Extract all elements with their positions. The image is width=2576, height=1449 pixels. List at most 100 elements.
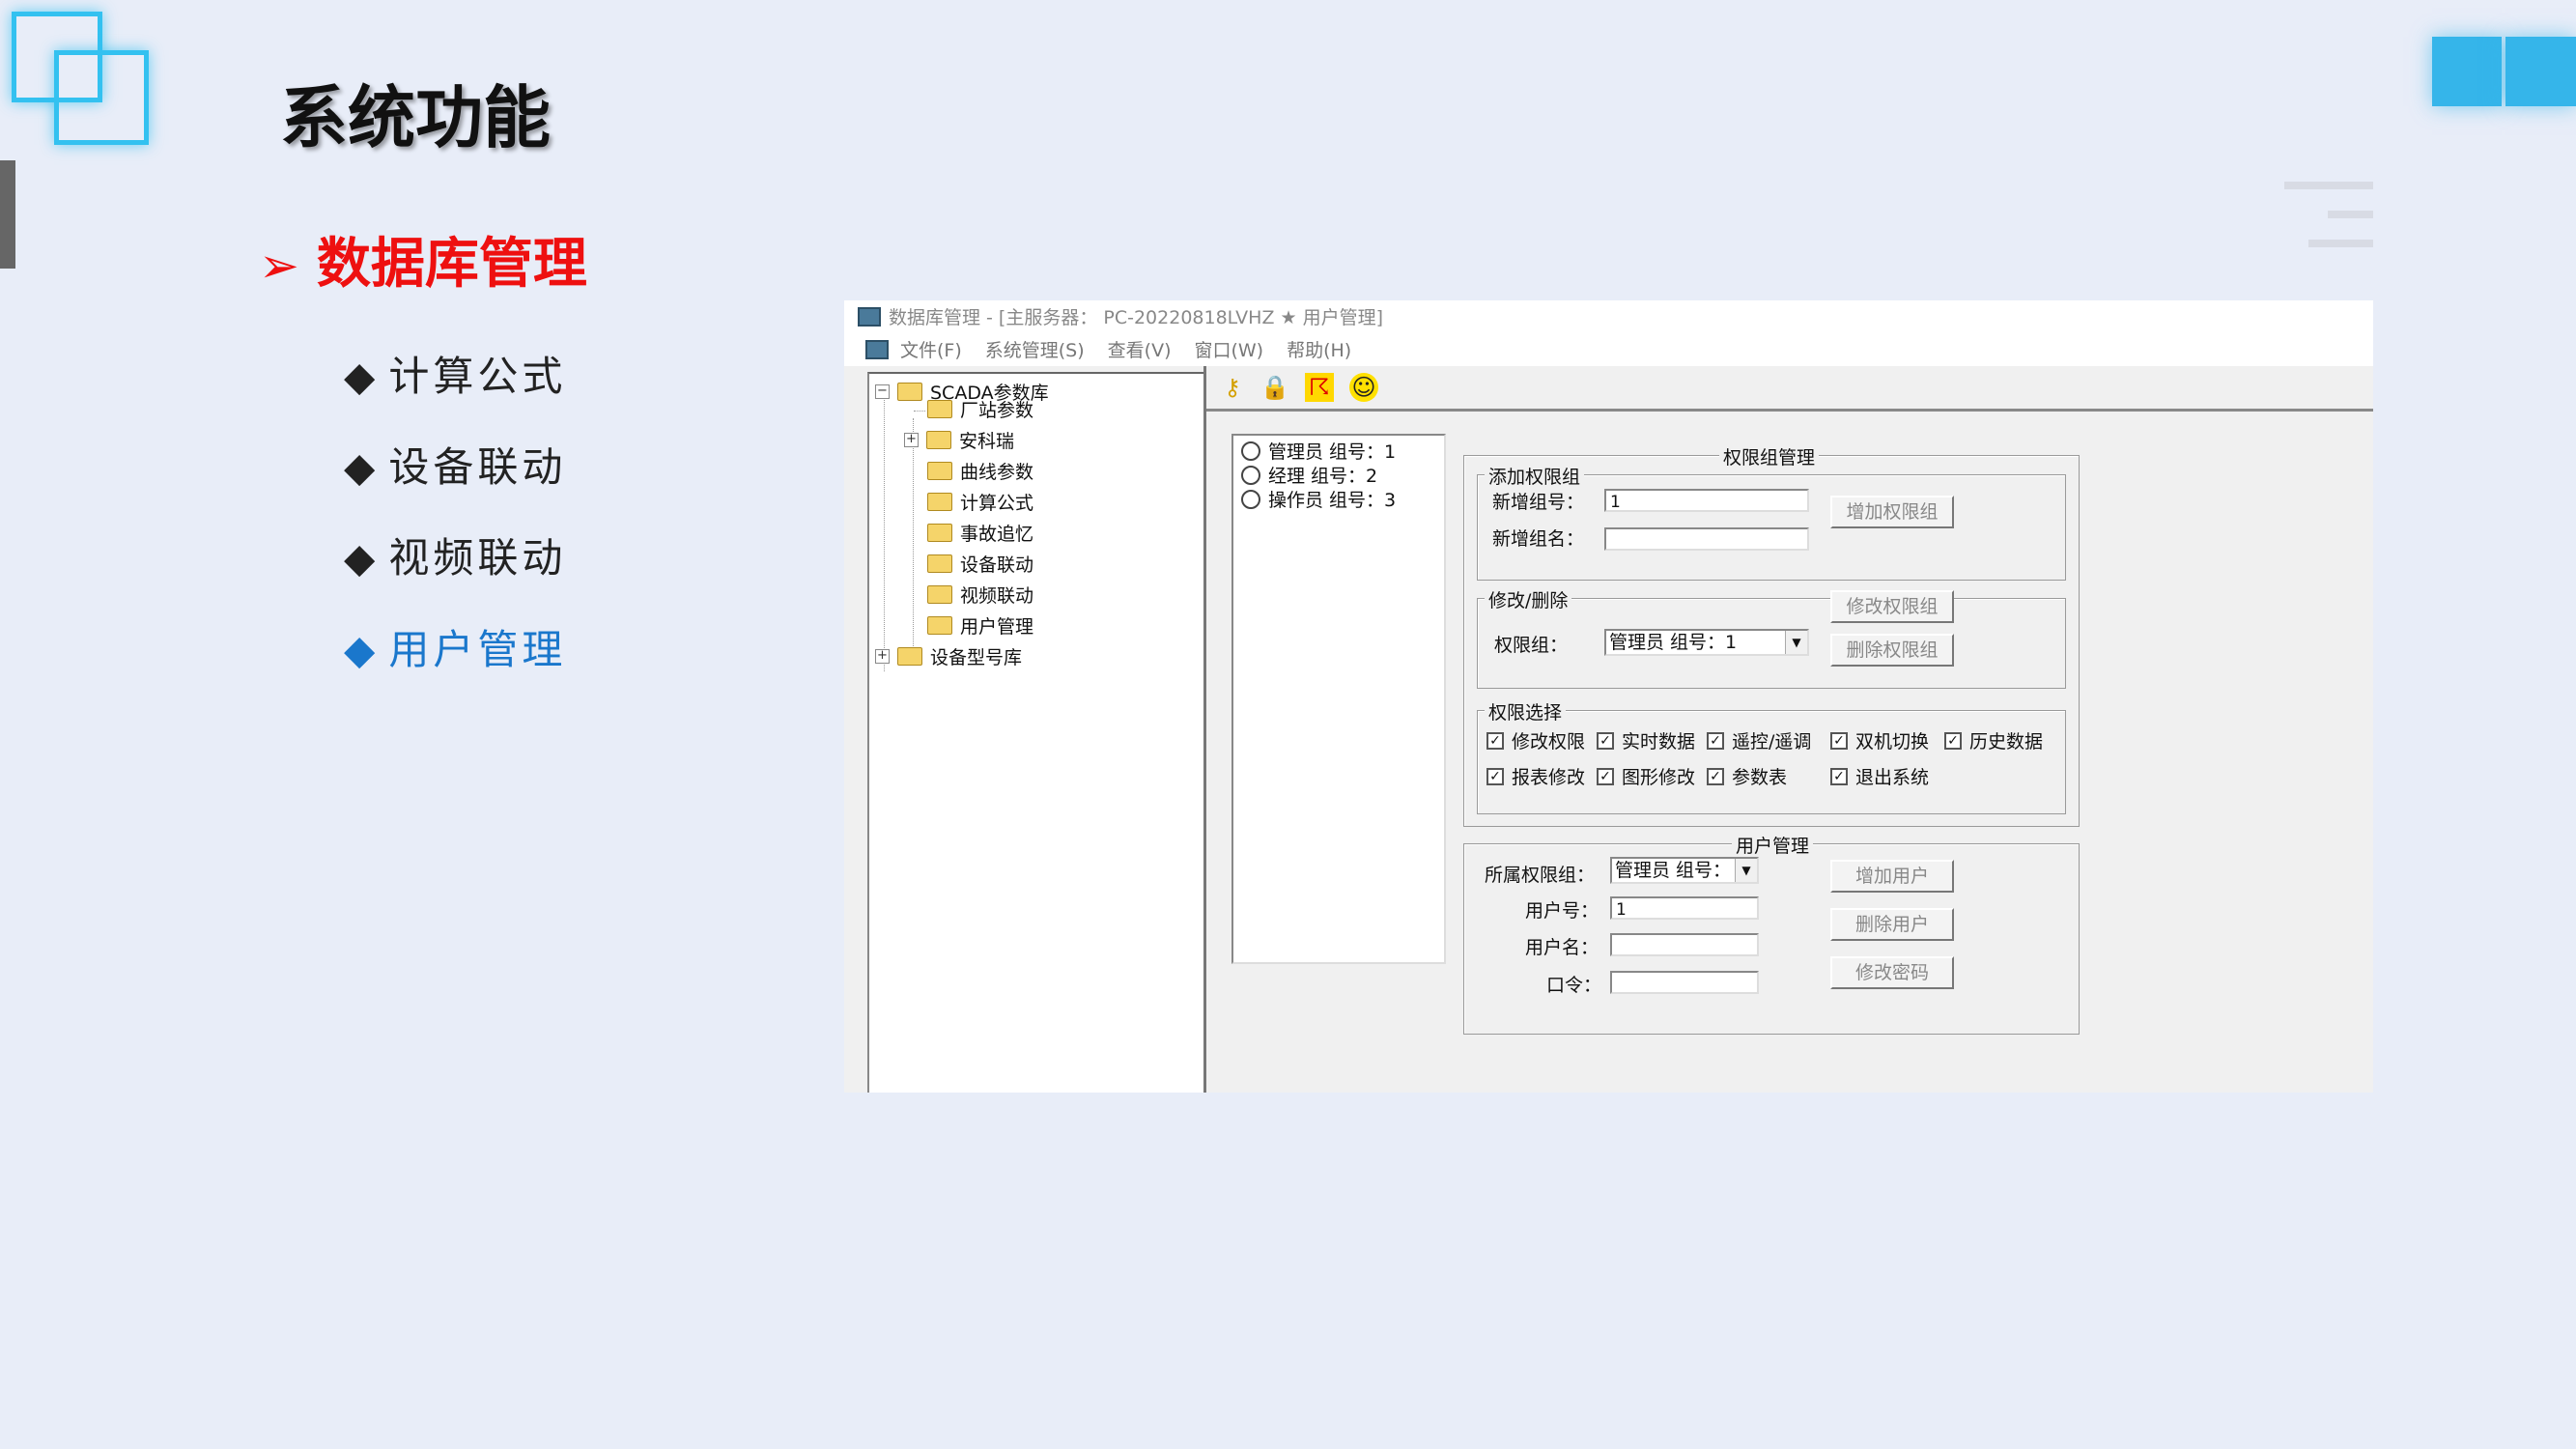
new-id-field[interactable]: 1 xyxy=(1604,489,1809,512)
folder-icon xyxy=(927,554,952,573)
add-group-title: 添加权限组 xyxy=(1485,463,1585,489)
group-select-value: 管理员 组号：1 xyxy=(1609,632,1738,653)
content-pane: ⚷ 🔒 ☈ ☺ 管理员 组号：1 经理 组号：2 操作员 组号：3 权限组管理 … xyxy=(1203,366,2373,1093)
user-group-select[interactable]: 管理员 组号： ▼ xyxy=(1610,857,1759,884)
tree-node-station[interactable]: 厂站参数 xyxy=(927,397,1033,424)
folder-icon xyxy=(927,493,952,511)
group-icon xyxy=(1241,489,1260,509)
expand-icon[interactable]: + xyxy=(875,649,890,664)
list-item[interactable]: 管理员 组号：1 xyxy=(1241,438,1396,464)
bullet-label: 视频联动 xyxy=(388,534,567,582)
tree-view[interactable]: − SCADA参数库 厂站参数 + 安科瑞 曲线参数 计算公式 事故追忆 设备联动 … xyxy=(867,372,1214,1093)
perm-select-title: 权限选择 xyxy=(1485,698,1567,724)
section-label: 数据库管理 xyxy=(316,233,587,296)
perm-select-frame xyxy=(1477,710,2066,814)
bullet-label: 计算公式 xyxy=(388,353,567,400)
folder-icon xyxy=(897,383,922,401)
user-group-select-value: 管理员 组号： xyxy=(1615,860,1732,881)
perm-checkbox[interactable]: ✓ 退出系统 xyxy=(1830,763,1929,789)
user-name-label: 用户名： xyxy=(1525,937,1599,958)
user-id-field[interactable]: 1 xyxy=(1610,896,1759,920)
change-password-button[interactable]: 修改密码 xyxy=(1830,956,1954,989)
arrow-icon: ➢ xyxy=(259,238,299,294)
app-window: 数据库管理 - [主服务器： PC-20220818LVHZ ★ 用户管理] 文… xyxy=(844,300,2373,1093)
new-id-label: 新增组号： xyxy=(1492,492,1585,513)
bullet-2: ◆ 设备联动 xyxy=(344,443,567,491)
bullet-4: ◆ 用户管理 xyxy=(344,626,567,673)
toolbar: ⚷ 🔒 ☈ ☺ xyxy=(1206,366,2373,412)
tree-node-curve[interactable]: 曲线参数 xyxy=(927,459,1033,486)
perm-checkbox[interactable]: ✓ 报表修改 xyxy=(1486,763,1585,789)
menu-file[interactable]: 文件(F) xyxy=(900,340,962,361)
perm-checkbox[interactable]: ✓ 遥控/遥调 xyxy=(1707,727,1811,753)
folder-icon xyxy=(927,462,952,480)
group-icon xyxy=(1241,465,1260,485)
user-group-label: 所属权限组： xyxy=(1485,865,1596,886)
open-folder-icon xyxy=(927,616,952,635)
tree-node-user-mgmt[interactable]: 用户管理 xyxy=(927,613,1033,640)
group-list[interactable]: 管理员 组号：1 经理 组号：2 操作员 组号：3 xyxy=(1231,434,1446,964)
group-select[interactable]: 管理员 组号：1 ▼ xyxy=(1604,629,1809,656)
section-heading: ➢ 数据库管理 xyxy=(259,220,587,298)
modify-group-button[interactable]: 修改权限组 xyxy=(1830,590,1954,623)
group-icon xyxy=(1241,440,1260,461)
list-item[interactable]: 操作员 组号：3 xyxy=(1241,486,1396,512)
menu-view[interactable]: 查看(V) xyxy=(1108,340,1172,361)
tree-node-device-model[interactable]: + 设备型号库 xyxy=(875,644,1022,671)
perm-checkbox[interactable]: ✓ 图形修改 xyxy=(1597,763,1695,789)
menu-app-icon xyxy=(865,339,889,359)
user-id-label: 用户号： xyxy=(1525,900,1599,922)
tree-node-device-link[interactable]: 设备联动 xyxy=(927,552,1033,579)
tree-node-acrel[interactable]: + 安科瑞 xyxy=(904,428,1014,455)
collapse-icon[interactable]: − xyxy=(875,384,890,399)
perm-checkbox[interactable]: ✓ 参数表 xyxy=(1707,763,1787,789)
deco-square-2 xyxy=(54,50,149,145)
folder-icon xyxy=(927,585,952,604)
bullet-label: 设备联动 xyxy=(388,443,567,491)
window-title: 数据库管理 - [主服务器： PC-20220818LVHZ ★ 用户管理] xyxy=(889,307,1383,328)
add-group-button[interactable]: 增加权限组 xyxy=(1830,496,1954,528)
password-label: 口令： xyxy=(1546,975,1602,996)
deco-blue-block-1 xyxy=(2432,37,2502,106)
chevron-down-icon[interactable]: ▼ xyxy=(1785,631,1807,654)
folder-icon xyxy=(927,400,952,418)
key-icon[interactable]: ⚷ xyxy=(1218,373,1247,402)
group-label: 权限组： xyxy=(1494,635,1569,656)
menu-system[interactable]: 系统管理(S) xyxy=(985,340,1085,361)
delete-group-button[interactable]: 删除权限组 xyxy=(1830,634,1954,667)
list-item[interactable]: 经理 组号：2 xyxy=(1241,462,1377,488)
perm-group-title: 权限组管理 xyxy=(1719,443,1820,469)
lock-icon[interactable]: 🔒 xyxy=(1260,373,1289,402)
perm-checkbox[interactable]: ✓ 修改权限 xyxy=(1486,727,1585,753)
tree-node-formula[interactable]: 计算公式 xyxy=(927,490,1033,517)
folder-icon xyxy=(926,431,951,449)
chevron-down-icon[interactable]: ▼ xyxy=(1735,859,1757,882)
new-name-label: 新增组名： xyxy=(1492,528,1585,550)
smiley-icon[interactable]: ☺ xyxy=(1349,373,1378,402)
tree-node-video-link[interactable]: 视频联动 xyxy=(927,582,1033,610)
expand-icon[interactable]: + xyxy=(904,433,919,447)
deco-side-bar xyxy=(0,160,15,269)
deco-blue-block-2 xyxy=(2505,37,2576,106)
perm-checkbox[interactable]: ✓ 双机切换 xyxy=(1830,727,1929,753)
password-field[interactable] xyxy=(1610,971,1759,994)
perm-checkbox[interactable]: ✓ 实时数据 xyxy=(1597,727,1695,753)
window-titlebar: 数据库管理 - [主服务器： PC-20220818LVHZ ★ 用户管理] xyxy=(844,300,2373,335)
bullet-1: ◆ 计算公式 xyxy=(344,353,567,400)
menu-bar: 文件(F) 系统管理(S) 查看(V) 窗口(W) 帮助(H) xyxy=(844,335,2373,366)
user-name-field[interactable] xyxy=(1610,933,1759,956)
modify-group-title: 修改/删除 xyxy=(1485,586,1572,612)
new-name-field[interactable] xyxy=(1604,527,1809,551)
menu-window[interactable]: 窗口(W) xyxy=(1194,340,1263,361)
running-man-icon[interactable]: ☈ xyxy=(1305,373,1334,402)
folder-icon xyxy=(897,647,922,666)
tree-node-accident[interactable]: 事故追忆 xyxy=(927,521,1033,548)
add-user-button[interactable]: 增加用户 xyxy=(1830,860,1954,893)
perm-checkbox[interactable]: ✓ 历史数据 xyxy=(1944,727,2043,753)
menu-help[interactable]: 帮助(H) xyxy=(1287,340,1351,361)
folder-icon xyxy=(927,524,952,542)
app-monitor-icon xyxy=(858,306,881,327)
bullet-label: 用户管理 xyxy=(388,626,567,673)
delete-user-button[interactable]: 删除用户 xyxy=(1830,908,1954,941)
bullet-3: ◆ 视频联动 xyxy=(344,534,567,582)
